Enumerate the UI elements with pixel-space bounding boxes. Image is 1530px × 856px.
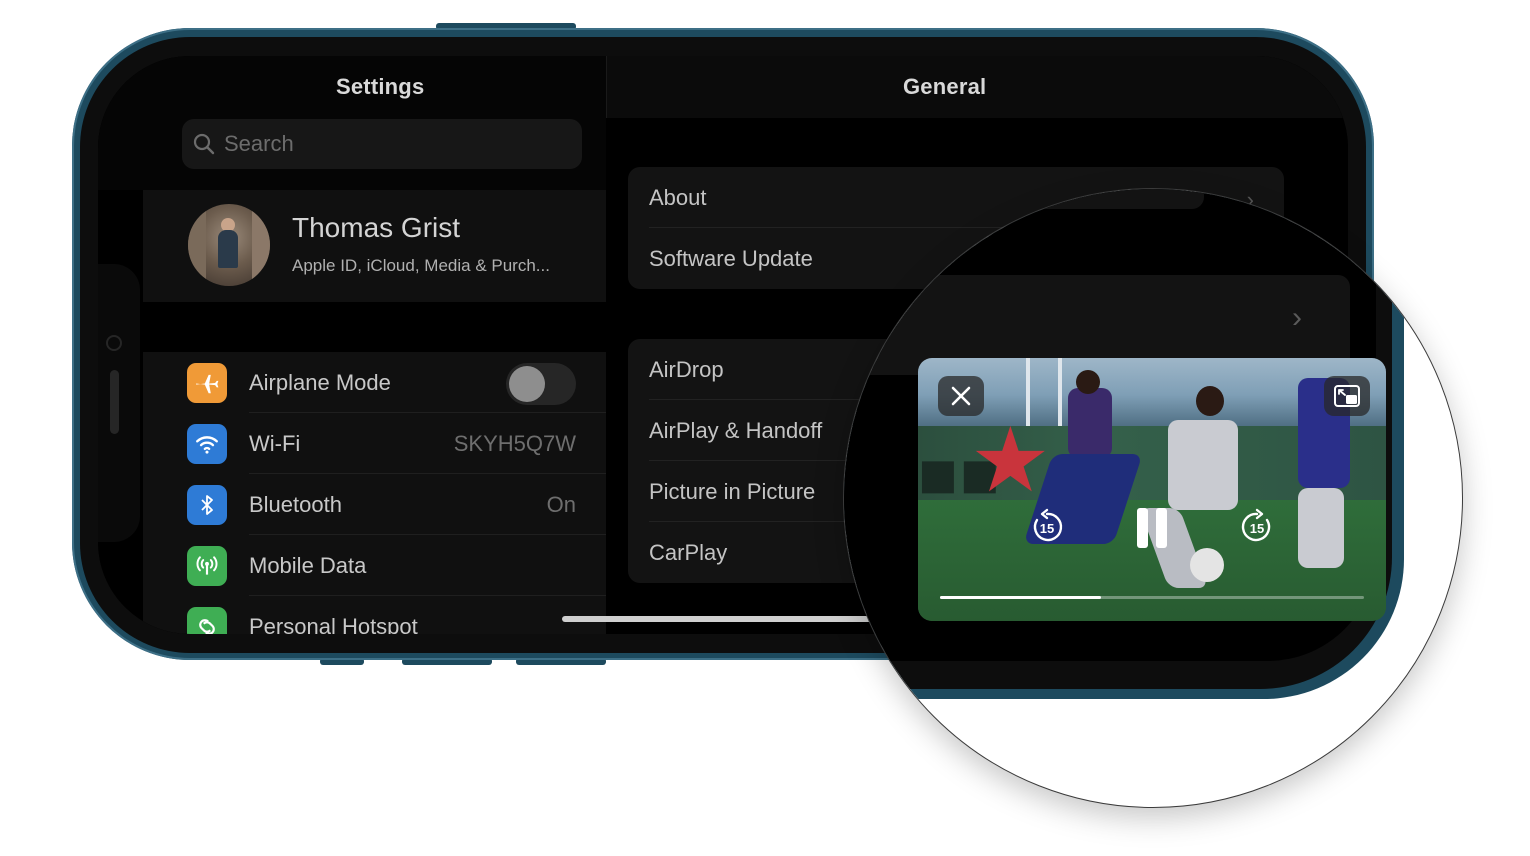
row-label: Mobile Data (249, 553, 367, 578)
skip-back-icon: 15 (1033, 508, 1063, 542)
avatar-body (218, 230, 238, 268)
close-icon (951, 386, 971, 406)
airplane-icon (187, 363, 227, 403)
wifi-network-name: SKYH5Q7W (453, 431, 576, 456)
bluetooth-icon (187, 485, 227, 525)
connectivity-group: Airplane Mode Wi-Fi SKYH5Q7W Bluetooth O… (143, 352, 606, 634)
profile-subtitle: Apple ID, iCloud, Media & Purch... (292, 256, 550, 275)
playback-scrubber[interactable] (940, 596, 1364, 599)
item-label: Software Update (649, 246, 813, 271)
row-label: Personal Hotspot (249, 614, 418, 634)
item-label: CarPlay (649, 540, 728, 565)
pause-icon (1137, 508, 1167, 548)
playback-progress (940, 596, 1102, 599)
avatar-bg-right (252, 204, 270, 286)
chevron-right-icon: › (1292, 301, 1302, 334)
video-player-figure (1298, 488, 1344, 568)
video-player-figure (1068, 388, 1112, 458)
notch (98, 264, 140, 542)
video-player-figure (1196, 386, 1224, 416)
speaker-grille (110, 370, 119, 434)
item-label: AirPlay & Handoff (649, 418, 823, 443)
profile-name: Thomas Grist (292, 212, 461, 243)
antenna-icon (187, 546, 227, 586)
pip-video-player[interactable]: ■■ ★ 15 15 (918, 358, 1386, 621)
hotspot-icon (187, 607, 227, 634)
page-title: Settings (336, 74, 425, 99)
front-camera (106, 335, 122, 351)
pip-close-button[interactable] (938, 376, 984, 416)
bluetooth-status: On (546, 492, 576, 517)
skip-forward-seconds: 15 (1250, 521, 1264, 536)
wifi-icon (187, 424, 227, 464)
exit-pip-icon (1334, 385, 1360, 407)
detail-title: General (903, 74, 987, 99)
settings-row-bluetooth[interactable]: Bluetooth On (143, 474, 606, 535)
magnified-card-top (844, 189, 1204, 209)
settings-header: Settings Search (98, 56, 606, 190)
magnifier-bubble: › ■■ ★ 15 15 (843, 188, 1463, 808)
item-label: AirDrop (649, 357, 724, 382)
settings-row-mobile-data[interactable]: Mobile Data (143, 535, 606, 596)
video-ball (1190, 548, 1224, 582)
pause-button[interactable] (1132, 506, 1172, 550)
row-label: Bluetooth (249, 492, 342, 517)
toggle-knob (509, 366, 545, 402)
video-player-figure (1076, 370, 1100, 394)
avatar (188, 204, 270, 286)
settings-row-wifi[interactable]: Wi-Fi SKYH5Q7W (143, 413, 606, 474)
skip-back-button[interactable]: 15 (1028, 508, 1066, 546)
airplane-mode-toggle[interactable] (506, 363, 576, 405)
star-graphic: ★ (970, 411, 1051, 511)
search-placeholder: Search (224, 131, 294, 156)
row-label: Airplane Mode (249, 370, 391, 395)
general-header: General (606, 56, 1348, 118)
item-label: About (649, 185, 707, 210)
row-label: Wi-Fi (249, 431, 301, 456)
skip-forward-button[interactable]: 15 (1238, 508, 1276, 546)
search-field[interactable]: Search (182, 119, 582, 169)
home-indicator[interactable] (562, 616, 882, 622)
search-icon (193, 133, 215, 155)
item-label: Picture in Picture (649, 479, 816, 504)
avatar-bg-left (188, 204, 206, 286)
video-player-figure (1168, 420, 1238, 510)
apple-id-profile[interactable]: Thomas Grist Apple ID, iCloud, Media & P… (143, 190, 606, 302)
settings-row-personal-hotspot[interactable]: Personal Hotspot (143, 596, 606, 634)
pip-exit-button[interactable] (1324, 376, 1370, 416)
settings-pane: Settings Search Thomas Grist Apple ID, i… (98, 56, 606, 634)
skip-forward-icon: 15 (1241, 508, 1271, 542)
settings-row-airplane-mode[interactable]: Airplane Mode (143, 352, 606, 413)
skip-back-seconds: 15 (1040, 521, 1054, 536)
